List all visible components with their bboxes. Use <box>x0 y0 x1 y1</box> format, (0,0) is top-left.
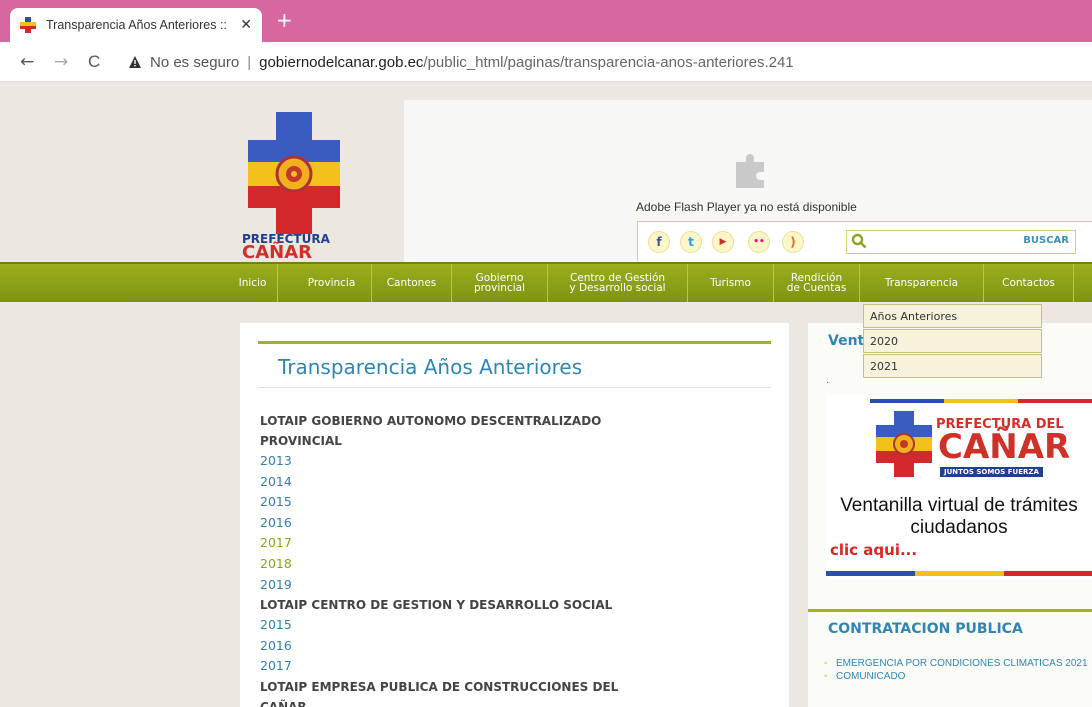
twitter-icon[interactable]: t <box>680 231 702 253</box>
youtube-icon[interactable]: ▶ <box>712 231 734 253</box>
rss-icon[interactable]: ) <box>782 231 804 253</box>
sidebar: Venta . PREFECTURA DEL CAÑAR JUNTOS SOMO… <box>808 323 1092 707</box>
title-divider <box>258 387 771 388</box>
page-title: Transparencia Años Anteriores <box>278 355 583 379</box>
title-top-rule <box>258 341 771 344</box>
banner-headline: Ventanilla virtual de trámites ciudadano… <box>840 495 1078 538</box>
year-link-centro-2017[interactable]: 2017 <box>260 656 660 677</box>
web-page: Adobe Flash Player ya no está disponible… <box>0 82 1092 707</box>
flash-unavailable-message: Adobe Flash Player ya no está disponible <box>636 200 857 214</box>
prefectura-logo[interactable]: PREFECTURA CAÑAR <box>240 112 348 260</box>
year-link-2019[interactable]: 2019 <box>260 575 660 596</box>
banner-tagline: JUNTOS SOMOS FUERZA <box>940 467 1043 477</box>
forward-arrow-icon[interactable]: → <box>54 52 68 72</box>
plugin-puzzle-icon <box>736 154 764 188</box>
url-host: gobiernodelcanar.gob.ec <box>259 53 424 71</box>
dropdown-item-2020[interactable]: 2020 <box>863 329 1042 353</box>
menu-item-cantones[interactable]: Cantones <box>372 264 452 302</box>
ventanilla-dot: . <box>826 375 830 386</box>
menu-item-centro-gestion[interactable]: Centro de Gestión y Desarrollo social <box>548 264 688 302</box>
year-link-2014[interactable]: 2014 <box>260 472 660 493</box>
menu-item-contactos[interactable]: Contactos <box>984 264 1074 302</box>
address-bar[interactable]: No es seguro | gobiernodelcanar.gob.ec /… <box>120 48 1092 76</box>
year-link-2016[interactable]: 2016 <box>260 513 660 534</box>
main-content: Transparencia Años Anteriores LOTAIP GOB… <box>240 323 789 707</box>
warning-triangle-icon <box>129 56 141 68</box>
menu-item-gobierno-provincial[interactable]: Gobierno provincial <box>452 264 548 302</box>
url-path: /public_html/paginas/transparencia-anos-… <box>423 53 794 71</box>
search-input[interactable] <box>871 233 1011 251</box>
tab-title: Transparencia Años Anteriores :: <box>46 18 227 32</box>
menu-item-transparencia[interactable]: Transparencia <box>860 264 984 302</box>
section-heading-gad: LOTAIP GOBIERNO AUTONOMO DESCENTRALIZADO… <box>260 414 602 448</box>
search-button[interactable]: BUSCAR <box>1023 235 1069 246</box>
menu-item-provincia[interactable]: Provincia <box>292 264 372 302</box>
browser-tab[interactable]: Transparencia Años Anteriores :: ✕ <box>10 8 262 42</box>
contratacion-item-comunicado[interactable]: COMUNICADO <box>824 670 1088 683</box>
banner-flag-stripe <box>870 399 1092 403</box>
browser-toolbar: ← → C No es seguro | gobiernodelcanar.go… <box>0 42 1092 82</box>
svg-text:CAÑAR: CAÑAR <box>242 240 312 260</box>
site-favicon-icon <box>20 17 36 33</box>
transparencia-dropdown: Años Anteriores 2020 2021 <box>863 304 1042 379</box>
menu-item-inicio[interactable]: Inicio <box>228 264 278 302</box>
year-link-centro-2015[interactable]: 2015 <box>260 615 660 636</box>
sidebar-divider <box>808 609 1092 612</box>
tab-close-icon[interactable]: ✕ <box>240 17 252 33</box>
year-link-2018[interactable]: 2018 <box>260 554 660 575</box>
new-tab-icon[interactable]: + <box>276 10 293 30</box>
reload-icon[interactable]: C <box>88 52 100 72</box>
menu-item-rendicion-cuentas[interactable]: Rendición de Cuentas <box>774 264 860 302</box>
contratacion-item-emergencia[interactable]: EMERGENCIA POR CONDICIONES CLIMATICAS 20… <box>824 657 1088 670</box>
browser-tab-bar: Transparencia Años Anteriores :: ✕ + <box>0 0 1092 42</box>
dropdown-item-anos-anteriores[interactable]: Años Anteriores <box>863 304 1042 328</box>
banner-canar-text: CAÑAR <box>938 427 1071 467</box>
year-link-2017[interactable]: 2017 <box>260 533 660 554</box>
url-separator: | <box>247 53 252 71</box>
facebook-icon[interactable]: f <box>648 231 670 253</box>
year-link-2013[interactable]: 2013 <box>260 451 660 472</box>
menu-item-turismo[interactable]: Turismo <box>688 264 774 302</box>
contratacion-heading: CONTRATACION PUBLICA <box>828 621 1023 637</box>
search-box: BUSCAR <box>846 230 1076 254</box>
social-search-bar: f t ▶ •• ) BUSCAR <box>637 221 1092 261</box>
banner-flag-stripe-bottom <box>826 571 1092 576</box>
section-heading-centro-gestion: LOTAIP CENTRO DE GESTION Y DESARROLLO SO… <box>260 598 613 613</box>
search-icon <box>851 233 867 249</box>
year-link-2015[interactable]: 2015 <box>260 492 660 513</box>
lotaip-list: LOTAIP GOBIERNO AUTONOMO DESCENTRALIZADO… <box>260 411 660 707</box>
section-heading-empresa-publica: LOTAIP EMPRESA PUBLICA DE CONSTRUCCIONES… <box>260 679 619 707</box>
flickr-icon[interactable]: •• <box>748 231 770 253</box>
security-label: No es seguro <box>150 53 240 71</box>
banner-cta-link[interactable]: clic aqui... <box>830 541 917 559</box>
contratacion-list: EMERGENCIA POR CONDICIONES CLIMATICAS 20… <box>824 657 1088 683</box>
ventanilla-virtual-banner[interactable]: PREFECTURA DEL CAÑAR JUNTOS SOMOS FUERZA… <box>826 395 1092 579</box>
dropdown-item-2021[interactable]: 2021 <box>863 354 1042 378</box>
year-link-centro-2016[interactable]: 2016 <box>260 636 660 657</box>
back-arrow-icon[interactable]: ← <box>20 52 34 72</box>
main-menu-bar: Inicio Provincia Cantones Gobierno provi… <box>0 262 1092 302</box>
banner-logo-icon <box>876 411 932 477</box>
